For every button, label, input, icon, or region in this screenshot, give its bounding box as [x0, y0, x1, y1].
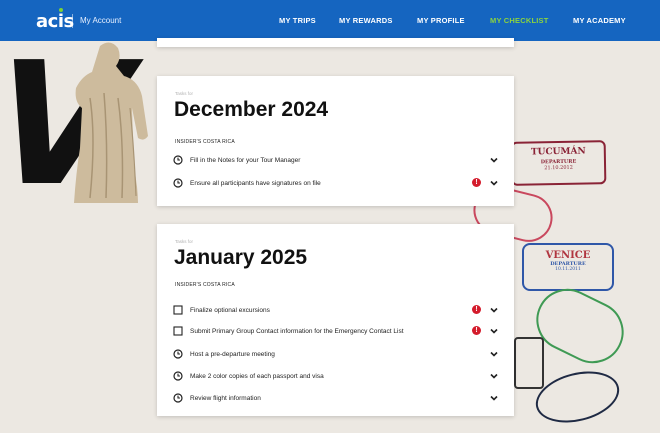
section-month-title: December 2024 [174, 98, 329, 121]
clock-icon [173, 155, 183, 165]
task-label: Make 2 color copies of each passport and… [190, 372, 324, 380]
task-row[interactable]: Ensure all participants have signatures … [173, 177, 503, 189]
chevron-down-icon[interactable] [489, 393, 499, 403]
previous-section-card [157, 38, 514, 47]
chevron-down-icon[interactable] [489, 326, 499, 336]
logo-accent-dot [59, 8, 63, 12]
stamp-tucuman: TUCUMÁN DEPARTURE 21.10.2012 [510, 140, 607, 186]
tasks-for-label: Tasks for [175, 91, 194, 96]
section-month-title: January 2025 [174, 246, 308, 269]
task-label: Ensure all participants have signatures … [190, 179, 321, 187]
chevron-down-icon[interactable] [489, 178, 499, 188]
task-label: Finalize optional excursions [190, 306, 270, 314]
stamp-arrival [514, 337, 544, 389]
tasks-for-label: Tasks for [175, 239, 194, 244]
task-label: Fill in the Notes for your Tour Manager [190, 156, 301, 164]
task-row[interactable]: Finalize optional excursions ! [173, 304, 503, 316]
checkbox-icon[interactable] [173, 326, 183, 336]
acis-logo[interactable]: acis [36, 11, 74, 32]
trip-name: INSIDER'S COSTA RICA [175, 282, 235, 288]
section-january-2025: Tasks for January 2025 INSIDER'S COSTA R… [157, 224, 514, 416]
chevron-down-icon[interactable] [489, 349, 499, 359]
task-row[interactable]: Host a pre-departure meeting [173, 348, 503, 360]
clock-icon [173, 393, 183, 403]
stamp-buenos-aires [530, 363, 625, 431]
trip-name: INSIDER'S COSTA RICA [175, 139, 235, 145]
nav-divider [72, 14, 73, 28]
section-december-2024: Tasks for December 2024 INSIDER'S COSTA … [157, 76, 514, 206]
statue-image [74, 42, 148, 203]
alert-icon: ! [472, 178, 481, 187]
task-label: Review flight information [190, 394, 261, 402]
chevron-down-icon[interactable] [489, 371, 499, 381]
clock-icon [173, 349, 183, 359]
task-row[interactable]: Fill in the Notes for your Tour Manager [173, 154, 503, 166]
nav-my-rewards[interactable]: MY REWARDS [339, 16, 393, 25]
task-label: Submit Primary Group Contact information… [190, 327, 404, 335]
alert-icon: ! [472, 326, 481, 335]
task-row[interactable]: Submit Primary Group Contact information… [173, 325, 503, 337]
nav-my-profile[interactable]: MY PROFILE [417, 16, 465, 25]
chevron-down-icon[interactable] [489, 155, 499, 165]
stamp-venice: VENICE DEPARTURE 10.11.2011 [522, 243, 614, 291]
my-account-link[interactable]: My Account [80, 16, 121, 25]
task-row[interactable]: Review flight information [173, 392, 503, 404]
nav-my-trips[interactable]: MY TRIPS [279, 16, 316, 25]
nav-my-academy[interactable]: MY ACADEMY [573, 16, 626, 25]
clock-icon [173, 371, 183, 381]
alert-icon: ! [472, 305, 481, 314]
chevron-down-icon[interactable] [489, 305, 499, 315]
top-navigation: acis My Account MY TRIPS MY REWARDS MY P… [0, 0, 660, 41]
task-row[interactable]: Make 2 color copies of each passport and… [173, 370, 503, 382]
nav-my-checklist[interactable]: MY CHECKLIST [490, 16, 549, 25]
checkbox-icon[interactable] [173, 305, 183, 315]
task-label: Host a pre-departure meeting [190, 350, 275, 358]
clock-icon [173, 178, 183, 188]
